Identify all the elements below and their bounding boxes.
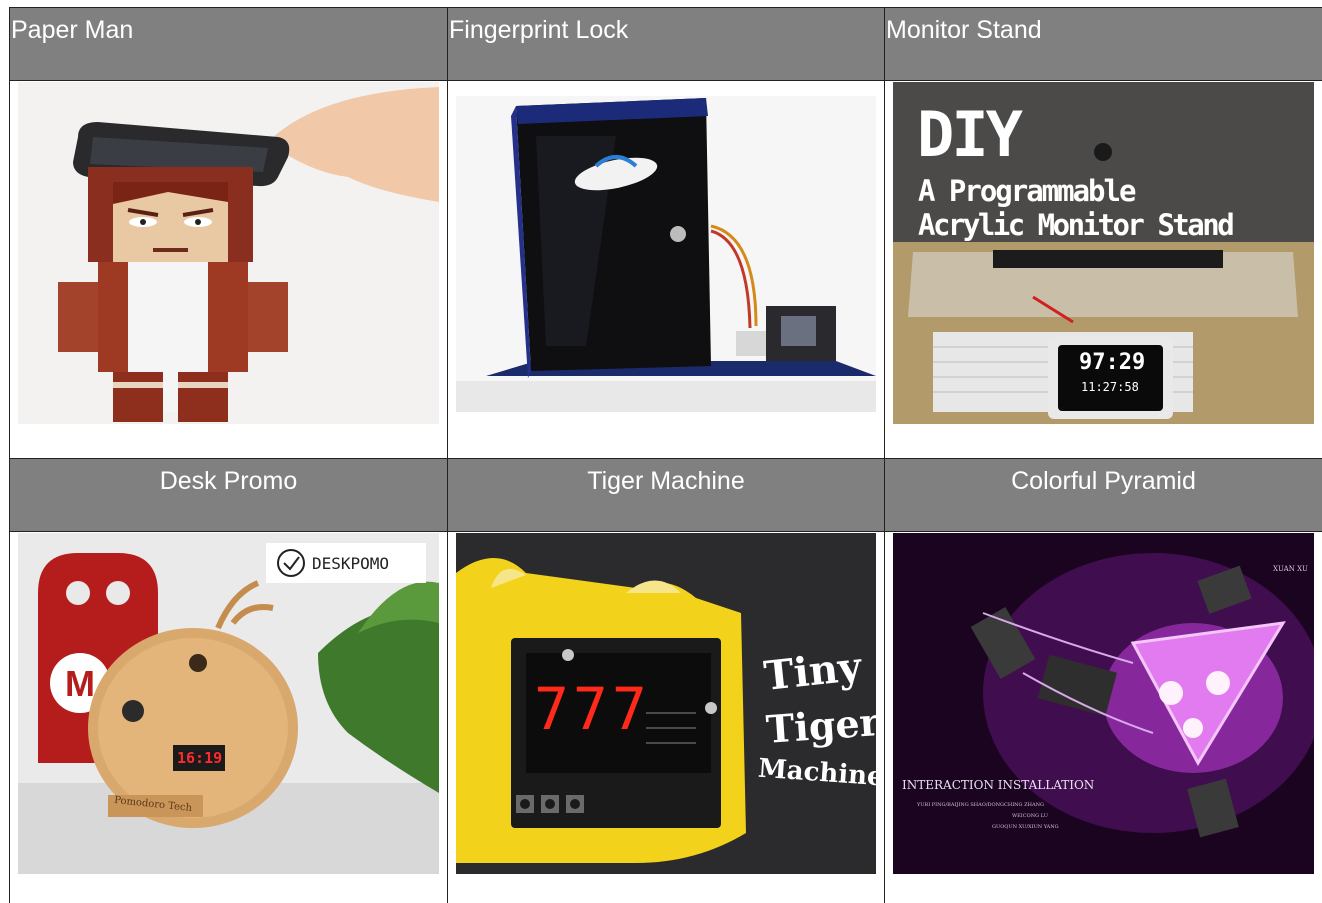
cell-monitor-stand: DIY A Programmable Acrylic Monitor Stand…: [885, 81, 1322, 459]
monitor-line3-text: Acrylic Monitor Stand: [918, 208, 1235, 242]
colorful-pyramid-photo[interactable]: XUAN XU INTERACTION INSTALLATION YUBI PI…: [893, 533, 1314, 874]
cell-paper-man: [10, 81, 448, 459]
fingerprint-lock-photo[interactable]: [456, 96, 876, 412]
projects-table: Paper Man Fingerprint Lock Monitor Stand: [9, 7, 1322, 903]
monitor-time1-text: 97:29: [1079, 350, 1146, 375]
header-fingerprint-lock: Fingerprint Lock: [448, 8, 885, 81]
monitor-line2-text: A Programmable: [918, 174, 1136, 208]
desk-promo-photo[interactable]: M DESKPOMO 16:19 Pomodoro Tech: [18, 533, 439, 874]
header-paper-man: Paper Man: [10, 8, 448, 81]
pyramid-credits3-text: GUOQUN XU/XIUN YANG: [992, 824, 1059, 830]
pyramid-title-text: INTERACTION INSTALLATION: [902, 778, 1095, 792]
cell-tiger-machine: 777 Tiny Tiger Machine: [448, 532, 885, 903]
pyramid-credits2-text: WEICONG LU: [1012, 813, 1048, 819]
cell-fingerprint-lock: [448, 81, 885, 459]
header-monitor-stand: Monitor Stand: [885, 8, 1322, 81]
tiger-digits-text: 777: [534, 675, 651, 743]
pyramid-corner-text: XUAN XU: [1273, 565, 1308, 573]
paper-man-photo[interactable]: [18, 82, 439, 424]
header-colorful-pyramid: Colorful Pyramid: [885, 459, 1322, 532]
pyramid-credits1-text: YUBI PING/BAIJING SHAO/DONGCHING ZHANG: [917, 802, 1044, 808]
cell-colorful-pyramid: XUAN XU INTERACTION INSTALLATION YUBI PI…: [885, 532, 1322, 903]
header-desk-promo: Desk Promo: [10, 459, 448, 532]
svg-text:M: M: [65, 663, 95, 704]
monitor-stand-photo[interactable]: DIY A Programmable Acrylic Monitor Stand…: [893, 82, 1314, 424]
monitor-time2-text: 11:27:58: [1081, 380, 1139, 394]
deskpomo-clock-text: 16:19: [177, 749, 223, 767]
cell-desk-promo: M DESKPOMO 16:19 Pomodoro Tech: [10, 532, 448, 903]
deskpomo-brand-text: DESKPOMO: [312, 554, 390, 573]
tiger-machine-photo[interactable]: 777 Tiny Tiger Machine: [456, 533, 876, 874]
monitor-diy-text: DIY: [917, 98, 1023, 171]
tiger-line2-text: Tiger: [764, 699, 876, 752]
header-tiger-machine: Tiger Machine: [448, 459, 885, 532]
